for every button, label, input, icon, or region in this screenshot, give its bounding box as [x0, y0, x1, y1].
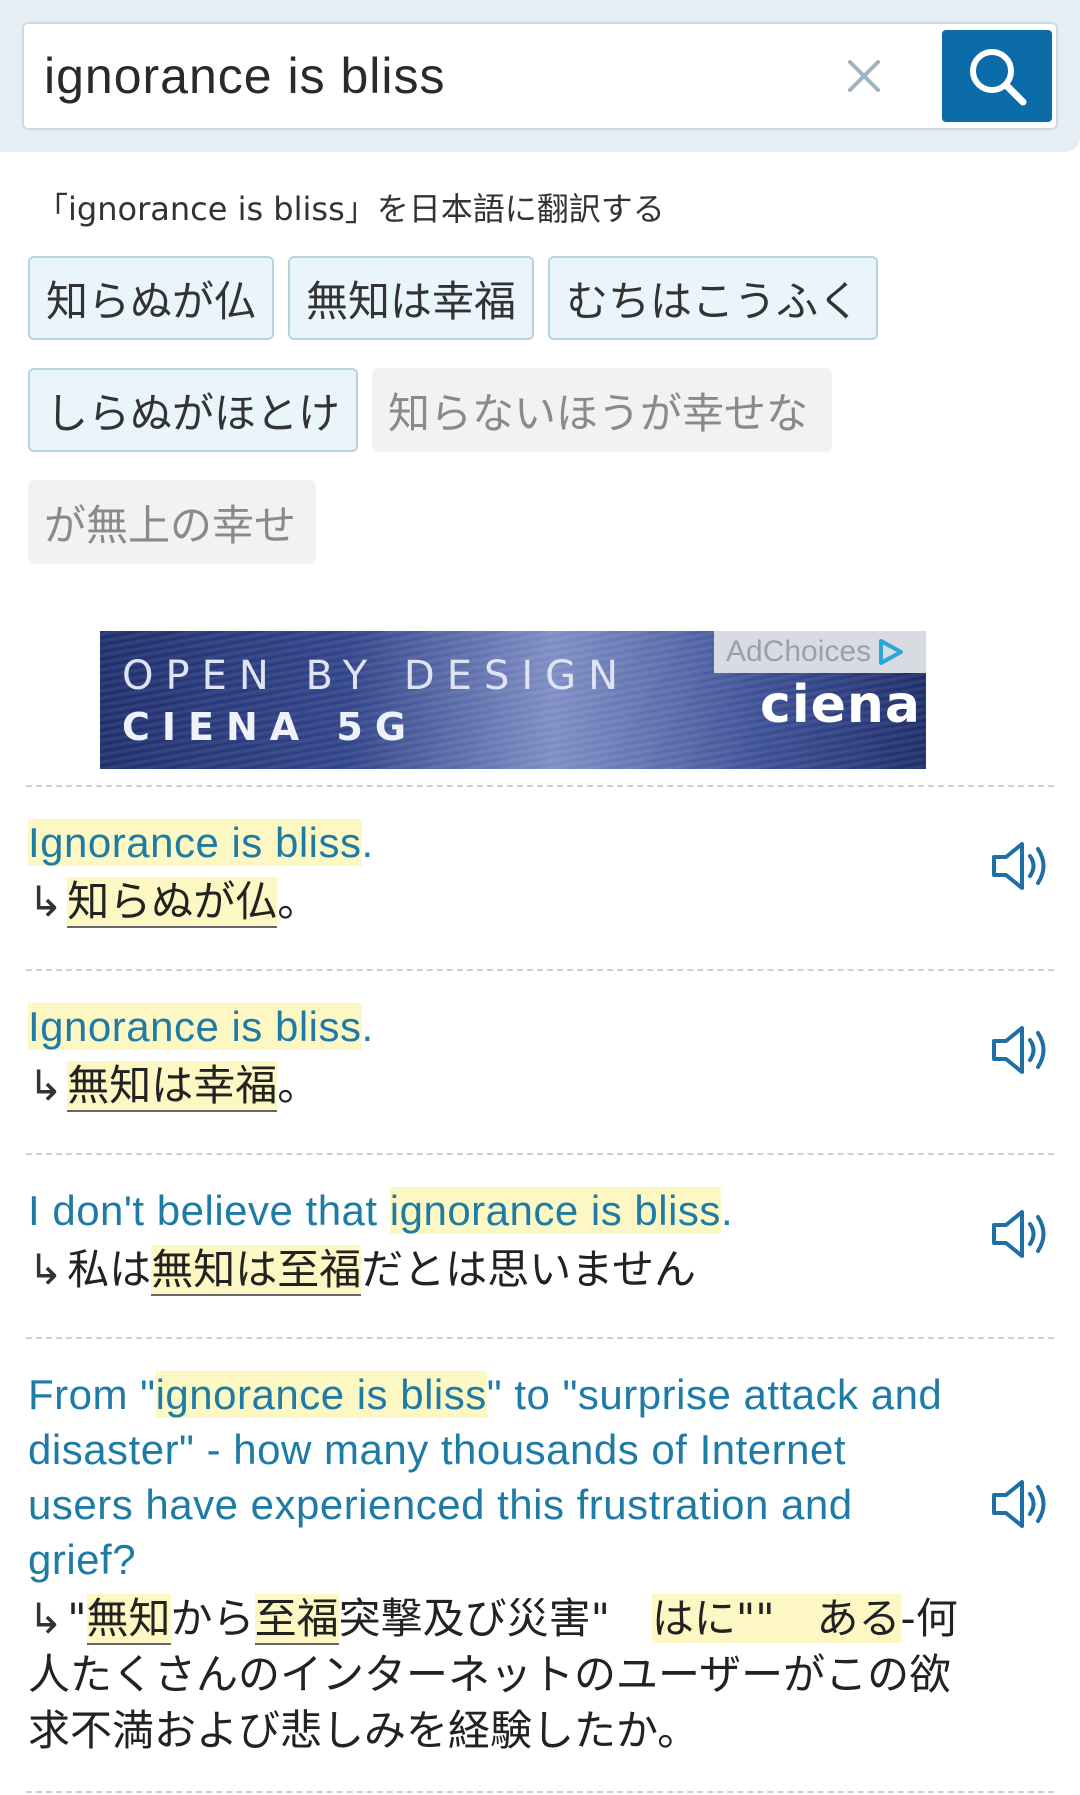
- translate-heading: 「ignorance is bliss」を日本語に翻訳する: [36, 190, 665, 228]
- close-icon: [848, 60, 880, 92]
- example-entry: Ignorance is bliss. ↳知らぬが仏。: [28, 815, 988, 930]
- play-audio-button[interactable]: [990, 1206, 1054, 1262]
- highlighted-phrase: Ignorance is bliss: [28, 819, 362, 866]
- example-japanese: ↳私は無知は至福だとは思いません: [28, 1245, 696, 1296]
- highlighted-translation: 無知は幸福: [67, 1061, 278, 1112]
- example-japanese: ↳知らぬが仏。: [28, 877, 320, 928]
- arrow-icon: ↳: [28, 1245, 64, 1294]
- divider: [26, 1337, 1054, 1339]
- highlighted-translation: 知らぬが仏: [67, 877, 278, 928]
- ad-headline: OPEN BY DESIGN: [122, 653, 631, 699]
- highlighted-phrase: ignorance is bliss: [389, 1187, 721, 1234]
- search-button[interactable]: [942, 30, 1052, 122]
- divider: [26, 785, 1054, 787]
- adchoices-link[interactable]: AdChoices: [714, 631, 926, 673]
- advertisement-banner[interactable]: OPEN BY DESIGN CIENA 5G AdChoices ciena: [100, 631, 926, 769]
- suggestion-chip[interactable]: 無知は幸福: [288, 256, 534, 340]
- adchoices-label: AdChoices: [726, 635, 872, 668]
- highlighted-phrase: Ignorance is bliss: [28, 1003, 362, 1050]
- example-entry: From "ignorance is bliss" to "surprise a…: [28, 1367, 958, 1759]
- play-audio-button[interactable]: [990, 1022, 1054, 1078]
- play-audio-button[interactable]: [990, 838, 1054, 894]
- speaker-icon: [992, 842, 1046, 890]
- clear-search-button[interactable]: [834, 46, 894, 106]
- adchoices-icon: [879, 639, 904, 665]
- search-box: [22, 22, 1058, 130]
- ad-subheadline: CIENA 5G: [122, 705, 419, 749]
- example-japanese: ↳"無知から至福突撃及び災害" はに"" ある-何人たくさんのインターネットのユ…: [28, 1594, 958, 1755]
- search-input[interactable]: [44, 40, 824, 112]
- example-japanese: ↳無知は幸福。: [28, 1061, 320, 1112]
- suggestion-chip[interactable]: むちはこうふく: [548, 256, 878, 340]
- suggestion-text: 知らないほうが幸せな: [372, 368, 832, 452]
- highlighted-translation: はに"" ある: [651, 1594, 901, 1643]
- speaker-icon: [992, 1026, 1046, 1074]
- search-bar: [0, 0, 1080, 152]
- speaker-icon: [992, 1480, 1046, 1528]
- arrow-icon: ↳: [28, 1061, 64, 1110]
- divider: [26, 1791, 1054, 1793]
- suggestion-chip[interactable]: しらぬがほとけ: [28, 368, 358, 452]
- divider: [26, 1153, 1054, 1155]
- divider: [26, 969, 1054, 971]
- search-icon: [970, 49, 1027, 106]
- example-english: I don't believe that ignorance is bliss.: [28, 1187, 734, 1234]
- arrow-icon: ↳: [28, 877, 64, 926]
- play-audio-button[interactable]: [990, 1476, 1054, 1532]
- suggestion-text: が無上の幸せ: [28, 480, 316, 564]
- suggestion-chip[interactable]: 知らぬが仏: [28, 256, 274, 340]
- example-entry: Ignorance is bliss. ↳無知は幸福。: [28, 999, 988, 1114]
- example-entry: I don't believe that ignorance is bliss.…: [28, 1183, 988, 1298]
- highlighted-phrase: ignorance is bliss: [155, 1371, 487, 1418]
- highlighted-translation: 無知は至福: [151, 1245, 362, 1296]
- highlighted-translation: 無知: [86, 1594, 171, 1645]
- example-english: Ignorance is bliss.: [28, 819, 374, 866]
- highlighted-translation: 至福: [254, 1594, 339, 1645]
- speaker-icon: [992, 1210, 1046, 1258]
- ad-brand-logo: ciena: [760, 675, 922, 735]
- arrow-icon: ↳: [28, 1594, 64, 1643]
- example-english: From "ignorance is bliss" to "surprise a…: [28, 1371, 943, 1583]
- example-english: Ignorance is bliss.: [28, 1003, 374, 1050]
